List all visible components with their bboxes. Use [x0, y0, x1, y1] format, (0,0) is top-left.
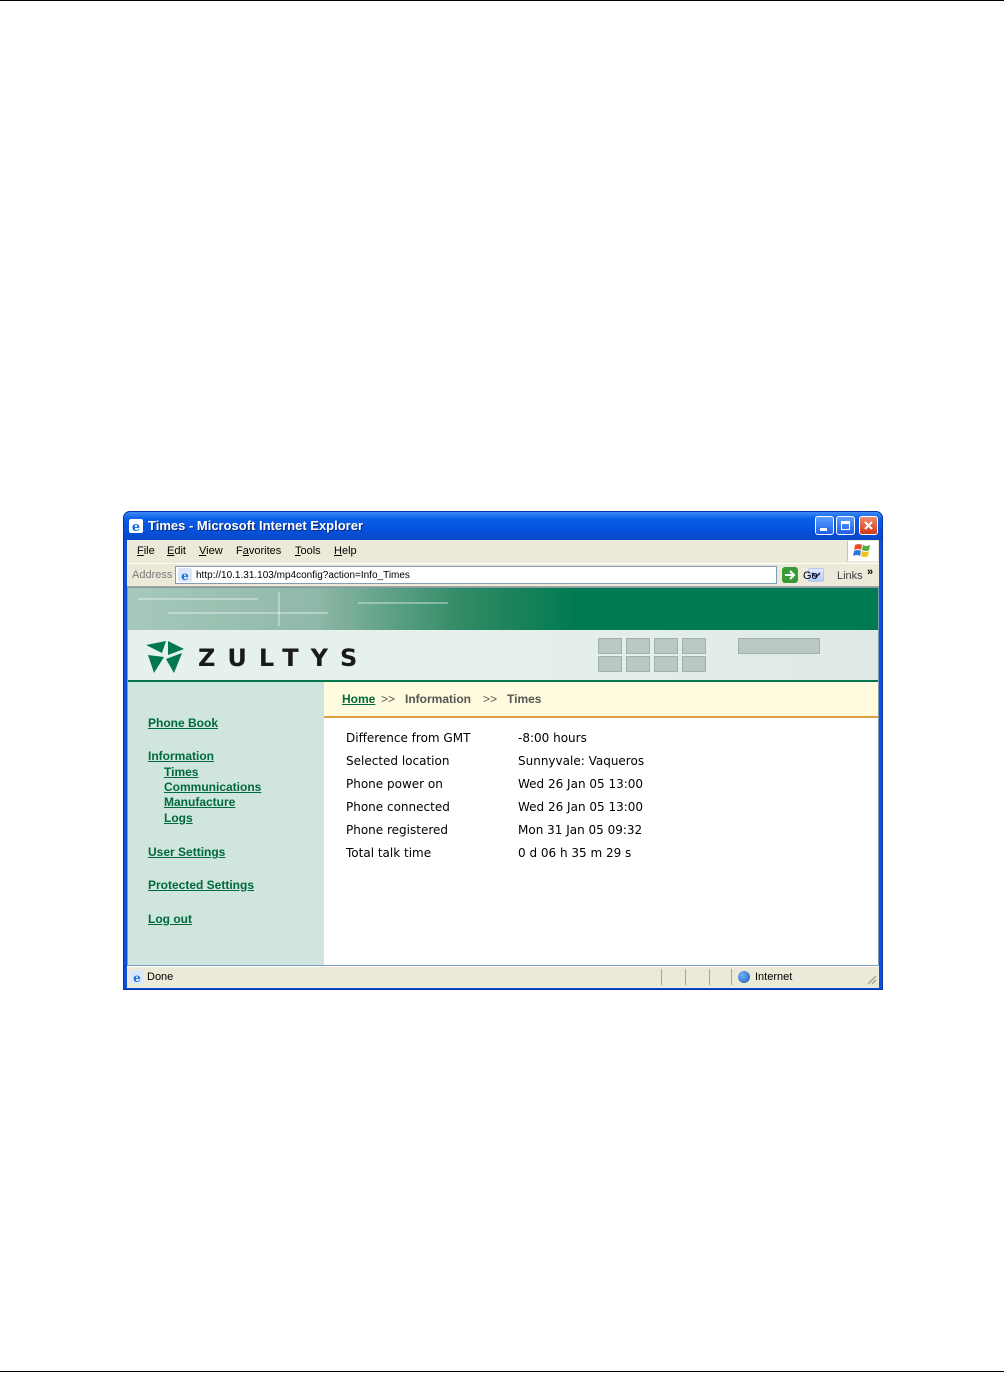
menu-help[interactable]: Help: [334, 545, 357, 557]
breadcrumb-separator: >>: [381, 692, 396, 706]
header-banner: [128, 588, 878, 630]
phone-key-graphic: [654, 638, 678, 654]
menu-favorites[interactable]: Favorites: [236, 545, 281, 557]
zultys-wordmark: ZULTYS: [198, 644, 370, 672]
breadcrumb-times: Times: [507, 692, 542, 706]
info-value-registered: Mon 31 Jan 05 09:32: [518, 823, 643, 837]
close-icon: [864, 521, 873, 530]
ie-icon: e: [129, 519, 143, 534]
status-bar: e Done Internet: [127, 966, 879, 988]
zultys-logo-icon: [146, 641, 184, 673]
info-label-gmt: Difference from GMT: [346, 731, 471, 745]
menu-bar: File Edit View Favorites Tools Help: [127, 540, 879, 562]
circuit-trace: [278, 592, 280, 626]
nav-communications[interactable]: Communications: [164, 780, 261, 794]
windows-flag-icon: [853, 544, 870, 557]
status-divider: [685, 969, 686, 985]
page-viewport: ZULTYS Phone Book Information Times Comm…: [127, 587, 879, 966]
address-url: http://10.1.31.103/mp4config?action=Info…: [196, 570, 410, 581]
sidebar: Phone Book Information Times Communicati…: [128, 682, 324, 965]
nav-user-settings[interactable]: User Settings: [148, 845, 225, 859]
title-bar[interactable]: e Times - Microsoft Internet Explorer: [124, 512, 882, 540]
phone-display-graphic: [738, 638, 820, 654]
circuit-trace: [358, 602, 448, 604]
info-label-connected: Phone connected: [346, 800, 450, 814]
nav-times[interactable]: Times: [164, 765, 198, 779]
browser-client: File Edit View Favorites Tools Help Addr…: [127, 540, 879, 988]
info-value-talk-time: 0 d 06 h 35 m 29 s: [518, 846, 632, 860]
page-done-icon: e: [130, 970, 144, 984]
links-button[interactable]: Links: [837, 570, 863, 582]
window-title: Times - Microsoft Internet Explorer: [148, 518, 364, 533]
close-button[interactable]: [859, 516, 878, 535]
phone-key-graphic: [598, 638, 622, 654]
address-bar: Address e http://10.1.31.103/mp4config?a…: [127, 563, 879, 587]
security-zone: Internet: [755, 971, 793, 983]
phone-key-graphic: [682, 638, 706, 654]
circuit-trace: [168, 612, 328, 614]
nav-information[interactable]: Information: [148, 749, 214, 763]
breadcrumb-home[interactable]: Home: [342, 692, 375, 706]
minimize-button[interactable]: [815, 516, 834, 535]
phone-key-graphic: [682, 656, 706, 672]
menu-tools[interactable]: Tools: [295, 545, 321, 557]
svg-text:e: e: [132, 520, 140, 534]
status-text: Done: [147, 971, 174, 983]
minimize-icon: [820, 528, 827, 531]
page-bottom-rule: [0, 1371, 1004, 1372]
breadcrumb-information: Information: [405, 692, 471, 706]
svg-text:e: e: [133, 971, 141, 984]
maximize-button[interactable]: [836, 516, 855, 535]
nav-protected-settings[interactable]: Protected Settings: [148, 878, 254, 892]
breadcrumb: Home >> Information >> Times: [324, 682, 878, 718]
page-top-rule: [0, 0, 1004, 1]
status-divider: [661, 969, 662, 985]
phone-key-graphic: [598, 656, 622, 672]
phone-key-graphic: [626, 638, 650, 654]
nav-phone-book[interactable]: Phone Book: [148, 716, 218, 730]
phone-key-graphic: [626, 656, 650, 672]
menu-view[interactable]: View: [199, 545, 223, 557]
menu-file[interactable]: File: [137, 545, 155, 557]
info-label-talk-time: Total talk time: [346, 846, 432, 860]
windows-logo: [847, 541, 878, 561]
browser-window: e Times - Microsoft Internet Explorer Fi…: [123, 511, 883, 990]
nav-manufacture[interactable]: Manufacture: [164, 795, 235, 809]
info-label-location: Selected location: [346, 754, 450, 768]
go-arrow-icon: [785, 570, 796, 580]
globe-icon: [738, 971, 750, 983]
svg-text:e: e: [181, 569, 189, 582]
nav-logs[interactable]: Logs: [164, 811, 193, 825]
info-label-power-on: Phone power on: [346, 777, 443, 791]
go-label[interactable]: Go: [803, 570, 818, 582]
address-input[interactable]: e http://10.1.31.103/mp4config?action=In…: [175, 566, 824, 584]
info-label-registered: Phone registered: [346, 823, 448, 837]
info-value-power-on: Wed 26 Jan 05 13:00: [518, 777, 644, 791]
info-value-gmt: -8:00 hours: [518, 731, 587, 745]
circuit-trace: [138, 598, 258, 600]
phone-key-graphic: [654, 656, 678, 672]
status-divider: [731, 969, 732, 985]
menu-edit[interactable]: Edit: [167, 545, 186, 557]
nav-log-out[interactable]: Log out: [148, 912, 192, 926]
resize-grip-icon[interactable]: [865, 973, 877, 985]
breadcrumb-separator: >>: [483, 692, 498, 706]
page-ie-icon: e: [178, 568, 192, 582]
maximize-icon: [841, 521, 850, 530]
status-divider: [709, 969, 710, 985]
address-label: Address: [132, 569, 173, 581]
links-chevron-icon[interactable]: »: [867, 566, 873, 578]
info-value-connected: Wed 26 Jan 05 13:00: [518, 800, 644, 814]
info-value-location: Sunnyvale: Vaqueros: [518, 754, 645, 768]
go-button[interactable]: [782, 567, 798, 583]
